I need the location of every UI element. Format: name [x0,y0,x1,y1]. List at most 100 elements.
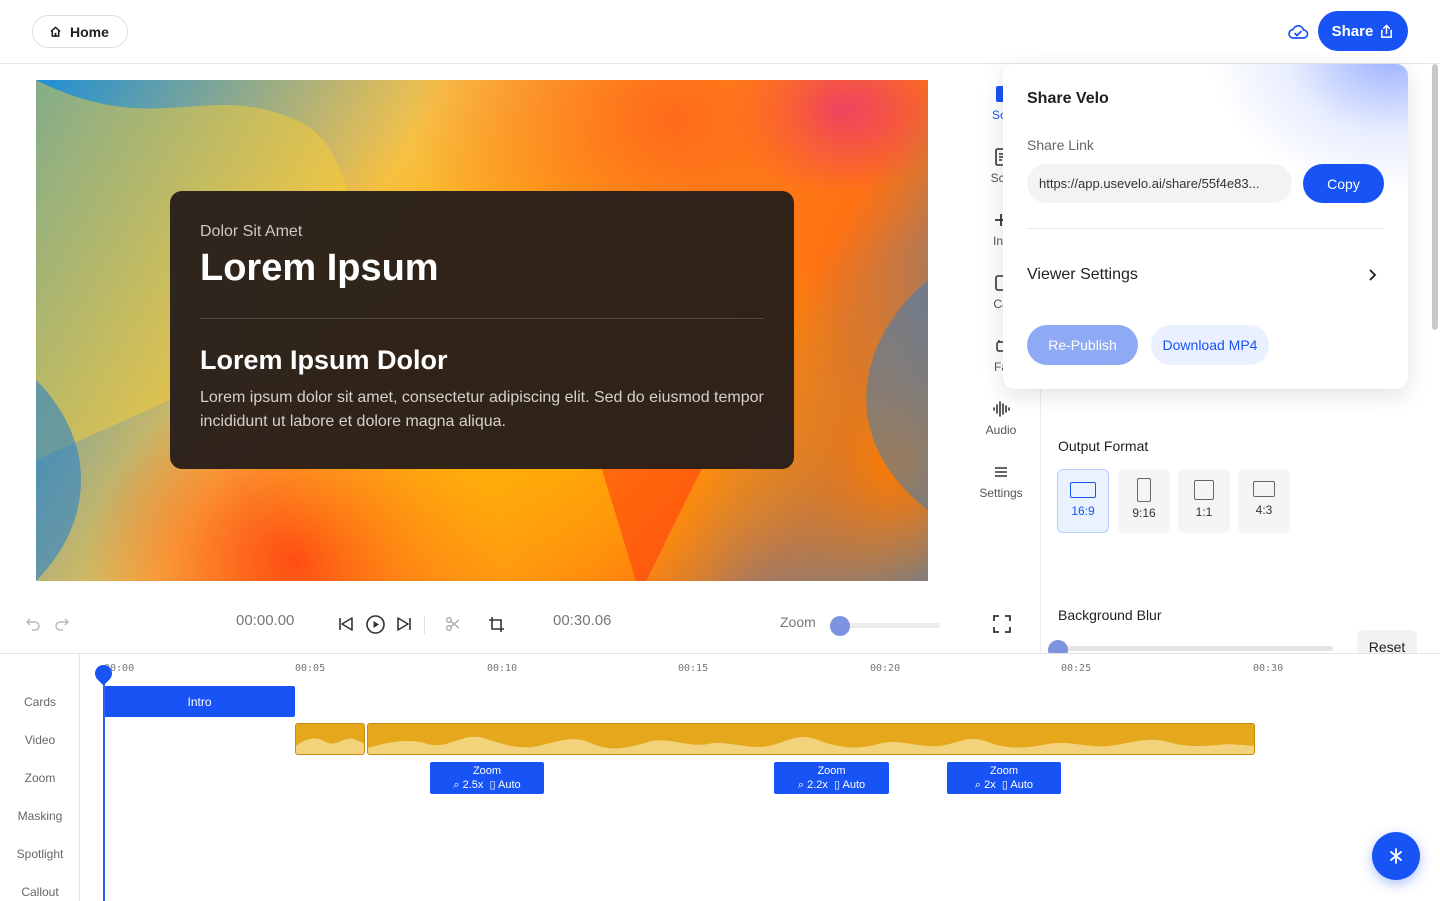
home-icon [50,26,61,37]
zoom-slider-thumb[interactable] [830,616,850,636]
mouse-icon: ▯ [1001,779,1008,791]
zoom-block-details: ⌕ 2.5x ▯ Auto [430,778,544,792]
format-16-9[interactable]: 16:9 [1057,469,1109,533]
card-divider [200,318,764,319]
zoom-label: Zoom [780,614,816,630]
zoom-level: 2.5x [462,779,484,791]
track-label-masking: Masking [17,809,63,823]
home-label: Home [70,23,109,40]
share-icon [1381,23,1393,38]
tick-label: 00:30 [1253,663,1284,674]
landscape-shape-icon [1070,482,1096,498]
share-popover: Share Velo Share Link https://app.usevel… [1003,64,1408,389]
share-link-label: Share Link [1027,137,1094,153]
share-button[interactable]: Share [1318,11,1408,51]
scissors-icon[interactable] [445,616,461,632]
zoom-mode: Auto [1010,779,1034,791]
background-blur-label: Background Blur [1058,607,1162,623]
share-link-field[interactable]: https://app.usevelo.ai/share/55f4e83... [1027,164,1292,203]
zoom-block-details: ⌕ 2x ▯ Auto [947,778,1061,792]
standard-shape-icon [1253,481,1275,497]
format-label: 9:16 [1132,506,1156,520]
play-icon[interactable] [365,614,386,635]
zoom-block-details: ⌕ 2.2x ▯ Auto [774,778,889,792]
crop-icon[interactable] [488,616,505,633]
audio-waveform [368,736,1254,754]
rail-item-audio[interactable]: Audio [962,399,1040,437]
top-bar: Home Share [0,0,1440,64]
magnifier-icon: ⌕ [797,779,805,791]
home-button[interactable]: Home [32,15,128,48]
tick-label: 00:05 [295,663,326,674]
format-label: 4:3 [1255,503,1273,517]
card-eyebrow: Dolor Sit Amet [200,223,303,240]
zoom-mode: Auto [498,779,521,791]
format-label: 1:1 [1195,505,1213,519]
magnifier-icon: ⌕ [974,779,982,791]
zoom-block[interactable]: Zoom ⌕ 2.5x ▯ Auto [430,762,544,794]
blur-slider-track[interactable] [1058,646,1333,651]
track-label-cards: Cards [23,695,56,709]
rail-label: Audio [985,423,1017,437]
card-body: Lorem ipsum dolor sit amet, consectetur … [200,389,764,430]
menu-icon [995,467,1007,477]
zoom-block-title: Zoom [989,765,1019,777]
zoom-block[interactable]: Zoom ⌕ 2.2x ▯ Auto [774,762,889,794]
tick-label: 00:25 [1061,663,1092,674]
republish-button[interactable]: Re-Publish [1027,325,1138,365]
video-clip[interactable] [367,723,1255,755]
zoom-slider-track[interactable] [840,623,940,628]
viewer-settings-row[interactable]: Viewer Settings [1027,266,1138,284]
format-4-3[interactable]: 4:3 [1238,469,1290,533]
cloud-sync-icon[interactable] [1286,20,1310,44]
rail-item-settings[interactable]: Settings [962,462,1040,500]
assistant-fab-button[interactable] [1372,832,1420,880]
panel-scrollbar[interactable] [1432,64,1438,330]
mouse-icon: ▯ [834,779,841,791]
share-label: Share [1331,22,1374,40]
playbar-divider [424,616,425,634]
zoom-mode: Auto [842,779,866,791]
format-1-1[interactable]: 1:1 [1178,469,1230,533]
track-label-video: Video [24,733,56,747]
tick-label: 00:20 [870,663,901,674]
download-mp4-button[interactable]: Download MP4 [1151,325,1269,365]
rail-label: Settings [979,486,1023,500]
magnifier-icon: ⌕ [453,779,460,791]
chevron-right-icon[interactable] [1367,268,1377,282]
track-labels: Cards Video Zoom Masking Spotlight Callo… [0,654,80,901]
playhead-line[interactable] [103,672,105,901]
zoom-level: 2.2x [807,779,828,791]
playback-bar: 00:00.00 00:30.06 Zoom [0,600,1040,650]
popover-divider [1027,228,1384,229]
track-label-callout: Callout [21,885,59,899]
track-label-zoom: Zoom [24,771,56,785]
copy-button[interactable]: Copy [1303,164,1384,203]
mouse-icon: ▯ [489,779,496,791]
tick-label: 00:15 [678,663,709,674]
intro-card-label: Intro [187,694,212,709]
sparkle-icon [1390,848,1402,864]
zoom-block[interactable]: Zoom ⌕ 2x ▯ Auto [947,762,1061,794]
video-preview[interactable]: Dolor Sit Amet Lorem Ipsum Lorem Ipsum D… [36,80,928,581]
redo-icon[interactable] [54,616,70,632]
video-clip[interactable] [295,723,365,755]
zoom-block-title: Zoom [817,765,846,777]
audio-waveform [296,738,364,754]
current-time: 00:00.00 [236,612,295,629]
popover-title: Share Velo [1027,90,1109,107]
skip-back-icon[interactable] [337,615,355,633]
total-time: 00:30.06 [553,612,612,629]
fullscreen-icon[interactable] [993,615,1011,633]
track-label-spotlight: Spotlight [16,847,64,861]
tick-label: 00:10 [487,663,518,674]
zoom-level: 2x [984,779,996,791]
skip-forward-icon[interactable] [395,615,413,633]
format-9-16[interactable]: 9:16 [1118,469,1170,533]
intro-card-clip[interactable]: Intro [104,686,295,717]
audio-icon [993,401,1010,417]
zoom-block-title: Zoom [472,765,502,777]
portrait-shape-icon [1137,478,1151,502]
lower-third-card[interactable]: Dolor Sit Amet Lorem Ipsum Lorem Ipsum D… [170,191,794,469]
undo-icon[interactable] [25,616,41,632]
